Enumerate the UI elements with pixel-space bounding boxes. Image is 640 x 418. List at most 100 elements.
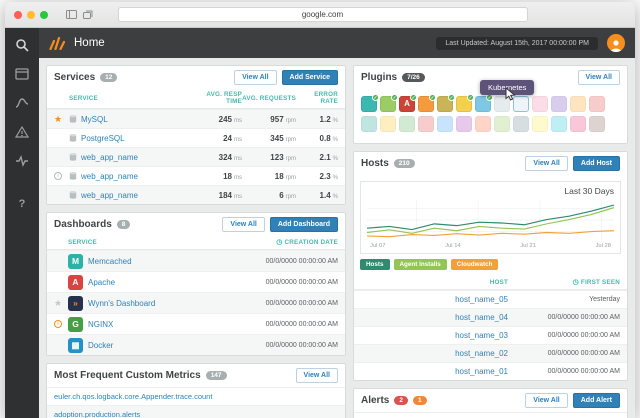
plugin-icon[interactable] bbox=[513, 116, 529, 132]
creation-date: 00/0/0000 00:00:00 AM bbox=[265, 341, 338, 349]
plugin-icon[interactable] bbox=[570, 116, 586, 132]
metrics-view-all-button[interactable]: View All bbox=[295, 368, 338, 383]
info-icon[interactable]: i bbox=[54, 172, 62, 180]
plugin-icon[interactable] bbox=[589, 116, 605, 132]
plugin-icon[interactable] bbox=[437, 116, 453, 132]
plugin-icon[interactable]: ✓ bbox=[418, 94, 436, 112]
sidebar-toggle-icon[interactable] bbox=[66, 10, 77, 19]
help-icon[interactable]: ? bbox=[19, 198, 26, 210]
alerts-view-all-button[interactable]: View All bbox=[525, 393, 568, 408]
table-row[interactable]: A Apache 00/0/0000 00:00:00 AM bbox=[47, 271, 345, 292]
legend-cloudwatch[interactable]: Cloudwatch bbox=[450, 259, 499, 270]
plugin-icon[interactable]: A ✓ bbox=[399, 94, 417, 112]
plugin-icon[interactable] bbox=[456, 116, 472, 132]
creation-date: 00/0/0000 00:00:00 AM bbox=[265, 320, 338, 328]
services-view-all-button[interactable]: View All bbox=[234, 70, 277, 85]
last-updated-label: Last Updated: August 15th, 2017 00:00:00… bbox=[436, 36, 598, 50]
nginx-icon: G bbox=[68, 316, 83, 332]
dashboards-table-header: SERVICE ◷ CREATION DATE bbox=[47, 236, 345, 250]
host-name: host_name_05 bbox=[455, 295, 508, 304]
plugin-icon[interactable] bbox=[361, 116, 377, 132]
service-name: web_app_name bbox=[81, 171, 138, 181]
wavefront-logo-icon[interactable] bbox=[49, 36, 65, 50]
check-badge-icon: ✓ bbox=[467, 94, 474, 101]
dashboards-icon[interactable] bbox=[15, 66, 30, 81]
alerts-icon[interactable] bbox=[15, 124, 30, 139]
add-host-button[interactable]: Add Host bbox=[572, 156, 620, 171]
main-content: Services 12 View All Add Service SERVICE… bbox=[39, 58, 635, 418]
plugin-icon[interactable]: ✓ bbox=[361, 94, 379, 112]
plugin-icon[interactable]: ✓ bbox=[437, 94, 455, 112]
address-bar[interactable]: google.com bbox=[117, 7, 528, 22]
table-row[interactable]: i G NGINX 00/0/0000 00:00:00 AM bbox=[47, 313, 345, 334]
table-row[interactable]: ★ MySQL 245 ms 957 rpm 1.2% bbox=[47, 109, 345, 128]
plugin-icon[interactable] bbox=[399, 116, 415, 132]
search-icon[interactable] bbox=[15, 37, 30, 52]
plugin-icon[interactable] bbox=[551, 96, 567, 112]
maximize-window-button[interactable] bbox=[40, 10, 48, 19]
legend-agent-installs[interactable]: Agent Installs bbox=[393, 259, 447, 270]
hosts-view-all-button[interactable]: View All bbox=[525, 156, 568, 171]
hosts-table: host_name_05 Yesterday host_name_04 00/0… bbox=[354, 290, 627, 380]
plugin-icon[interactable]: ✓ bbox=[380, 94, 398, 112]
table-row[interactable]: host_name_01 00/0/0000 00:00:00 AM bbox=[354, 362, 627, 380]
plugin-icon[interactable]: ✓ bbox=[475, 94, 493, 112]
charts-icon[interactable] bbox=[15, 95, 30, 110]
table-row[interactable]: ★ » Wynn's Dashboard 00/0/0000 00:00:00 … bbox=[47, 292, 345, 313]
check-badge-icon: ✓ bbox=[429, 94, 436, 101]
plugins-view-all-button[interactable]: View All bbox=[577, 70, 620, 85]
first-seen: 00/0/0000 00:00:00 AM bbox=[547, 314, 620, 321]
table-row[interactable]: host_name_02 00/0/0000 00:00:00 AM bbox=[354, 344, 627, 362]
table-row[interactable]: ▦ Docker 00/0/0000 00:00:00 AM bbox=[47, 334, 345, 355]
table-row[interactable]: web_app_name 184 ms 6 rpm 1.4% bbox=[47, 185, 345, 204]
host-name: host_name_03 bbox=[455, 331, 508, 340]
table-row[interactable]: M Memcached 00/0/0000 00:00:00 AM bbox=[47, 250, 345, 271]
clock-icon: ◷ bbox=[572, 279, 579, 286]
hosts-line-chart[interactable] bbox=[367, 198, 614, 242]
hosts-table-header: HOST ◷ FIRST SEEN bbox=[354, 276, 627, 290]
table-row[interactable]: host_name_03 00/0/0000 00:00:00 AM bbox=[354, 326, 627, 344]
database-icon bbox=[69, 153, 77, 161]
apache-icon: A bbox=[68, 274, 83, 290]
plugin-icon[interactable] bbox=[475, 116, 491, 132]
plugin-icon[interactable] bbox=[494, 116, 510, 132]
plugin-icon[interactable] bbox=[570, 96, 586, 112]
plugin-icon[interactable] bbox=[589, 96, 605, 112]
plugin-icon[interactable] bbox=[551, 116, 567, 132]
add-service-button[interactable]: Add Service bbox=[281, 70, 338, 85]
close-window-button[interactable] bbox=[14, 10, 22, 19]
plugin-icon[interactable] bbox=[532, 116, 548, 132]
table-row[interactable]: PostgreSQL 24 ms 345 rpm 0.8% bbox=[47, 128, 345, 147]
first-seen: 00/0/0000 00:00:00 AM bbox=[547, 332, 620, 339]
dashboard-name: Docker bbox=[88, 340, 114, 350]
creation-date: 00/0/0000 00:00:00 AM bbox=[265, 257, 338, 265]
info-icon[interactable]: i bbox=[54, 320, 62, 328]
x-tick-label: Jul 14 bbox=[445, 243, 461, 249]
table-row[interactable]: i web_app_name 18 ms 18 rpm 2.3% bbox=[47, 166, 345, 185]
column-header: ◷ CREATION DATE bbox=[276, 239, 338, 246]
first-seen: Yesterday bbox=[589, 296, 620, 303]
table-row[interactable]: host_name_04 00/0/0000 00:00:00 AM bbox=[354, 308, 627, 326]
table-row[interactable]: web_app_name 324 ms 123 rpm 2.1% bbox=[47, 147, 345, 166]
list-item[interactable]: euler.ch.qos.logback.core.Appender.trace… bbox=[47, 387, 345, 405]
add-alert-button[interactable]: Add Alert bbox=[572, 393, 620, 408]
plugin-icon[interactable] bbox=[380, 116, 396, 132]
plugin-icon[interactable] bbox=[532, 96, 548, 112]
plugin-icon[interactable]: ✓ bbox=[456, 94, 474, 112]
favorite-star-icon[interactable]: ★ bbox=[54, 114, 69, 124]
list-item[interactable]: adoption.production.alerts bbox=[47, 405, 345, 418]
legend-hosts[interactable]: Hosts bbox=[360, 259, 390, 270]
favorite-star-icon[interactable]: ★ bbox=[54, 298, 68, 308]
metrics-icon[interactable] bbox=[15, 153, 30, 168]
tabs-overview-icon[interactable] bbox=[83, 10, 93, 19]
alert-item[interactable]: ! collectd.invalid.measures.large A cust… bbox=[354, 412, 627, 418]
services-table: ★ MySQL 245 ms 957 rpm 1.2% PostgreSQL 24 m… bbox=[47, 109, 345, 204]
add-dashboard-button[interactable]: Add Dashboard bbox=[269, 217, 338, 232]
plugin-icon[interactable] bbox=[418, 116, 434, 132]
user-avatar[interactable] bbox=[607, 34, 625, 52]
dashboards-view-all-button[interactable]: View All bbox=[222, 217, 265, 232]
app-sidebar: ? bbox=[5, 28, 39, 418]
table-row[interactable]: host_name_05 Yesterday bbox=[354, 290, 627, 308]
host-name: host_name_04 bbox=[455, 313, 508, 322]
minimize-window-button[interactable] bbox=[27, 10, 35, 19]
